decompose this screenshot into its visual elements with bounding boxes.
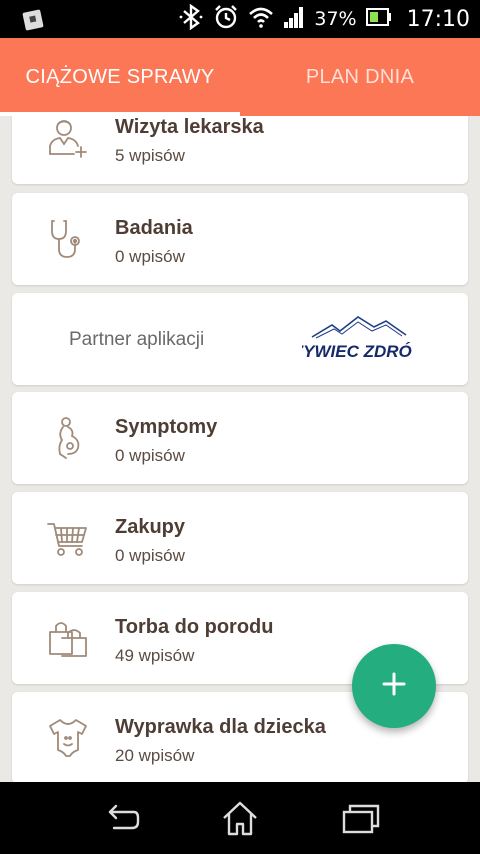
card-title: Torba do porodu <box>115 616 274 638</box>
baby-onesie-icon <box>46 716 90 760</box>
zywiec-zdroj-logo: ŻYWIEC ZDRÓJ <box>292 311 422 367</box>
partner-card[interactable]: Partner aplikacji ŻYWIEC ZDRÓJ <box>12 293 468 385</box>
shopping-cart-icon <box>46 516 90 560</box>
card-count: 0 wpisów <box>115 446 185 465</box>
card-count: 20 wpisów <box>115 746 195 765</box>
status-bar: 37% 17:10 <box>0 0 480 38</box>
bag-icon <box>46 616 90 660</box>
card-count: 0 wpisów <box>115 247 185 266</box>
battery-percent: 37% <box>314 8 357 30</box>
card-title: Symptomy <box>115 416 218 438</box>
alarm-icon <box>213 4 239 35</box>
card-symptomy[interactable]: Symptomy 0 wpisów <box>12 392 468 484</box>
card-zakupy[interactable]: Zakupy 0 wpisów <box>12 492 468 584</box>
tab-ciazowe-sprawy[interactable]: CIĄŻOWE SPRAWY <box>0 38 240 116</box>
card-title: Badania <box>115 217 193 239</box>
status-time: 17:10 <box>406 6 470 32</box>
card-count: 5 wpisów <box>115 146 185 165</box>
card-title: Zakupy <box>115 516 186 538</box>
recent-apps-icon[interactable] <box>338 798 382 838</box>
app-header: CIĄŻOWE SPRAWY PLAN DNIA <box>0 38 480 116</box>
signal-icon <box>283 5 305 34</box>
card-count: 49 wpisów <box>115 646 195 665</box>
app-notification-icon <box>22 9 46 36</box>
wifi-icon <box>248 4 274 35</box>
card-wizyta-lekarska[interactable]: Wizyta lekarska 5 wpisów <box>12 116 468 184</box>
logo-text: ŻYWIEC ZDRÓJ <box>302 342 412 361</box>
tab-plan-dnia[interactable]: PLAN DNIA <box>240 38 480 116</box>
card-title: Wizyta lekarska <box>115 116 264 138</box>
back-icon[interactable] <box>100 798 144 838</box>
pregnancy-icon <box>46 416 90 460</box>
card-count: 0 wpisów <box>115 546 185 565</box>
stethoscope-icon <box>46 217 90 261</box>
card-badania[interactable]: Badania 0 wpisów <box>12 193 468 285</box>
battery-icon <box>365 7 392 31</box>
card-title: Wyprawka dla dziecka <box>115 716 326 738</box>
system-nav-bar <box>0 782 480 854</box>
doctor-icon <box>46 116 90 160</box>
plus-icon <box>381 671 407 702</box>
bluetooth-icon <box>178 3 204 35</box>
home-icon[interactable] <box>218 798 262 838</box>
partner-label: Partner aplikacji <box>69 329 205 350</box>
add-entry-button[interactable] <box>352 644 436 728</box>
